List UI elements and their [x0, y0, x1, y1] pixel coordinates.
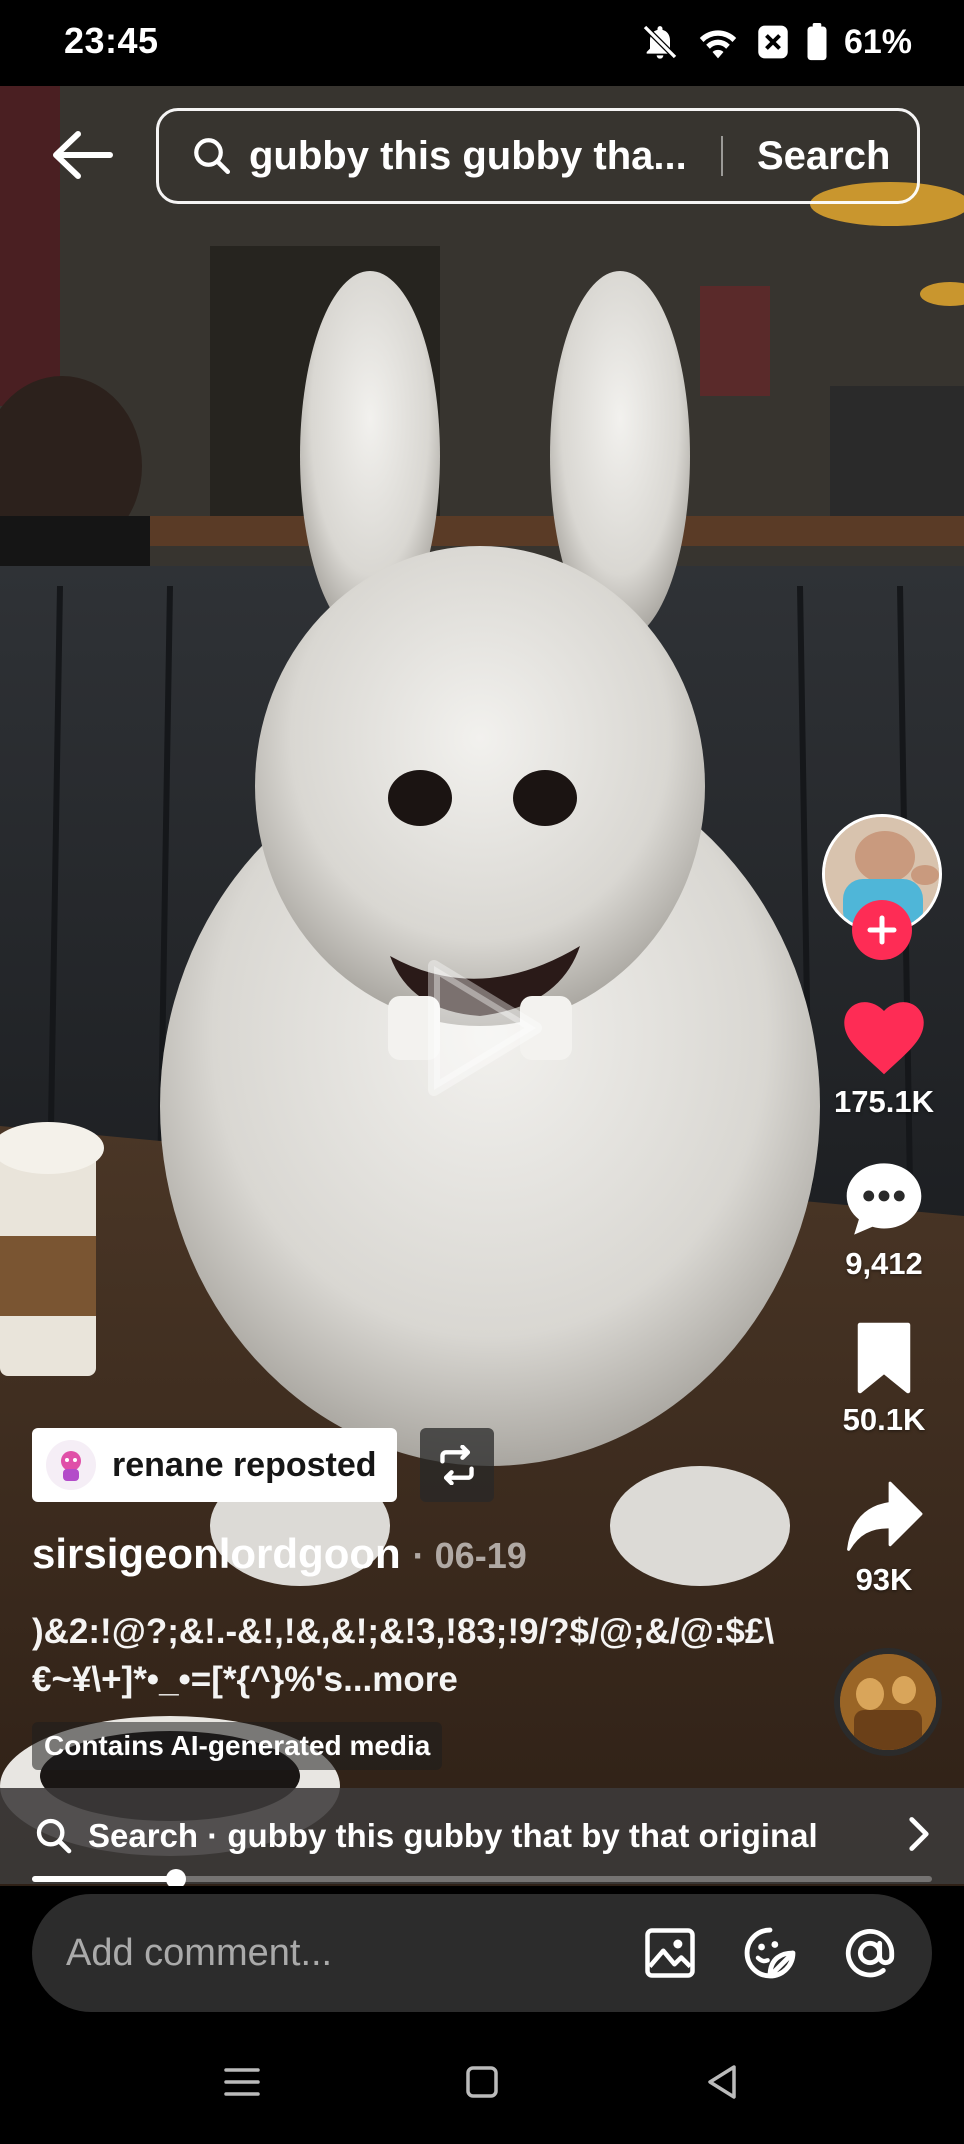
music-disc[interactable] — [834, 1648, 942, 1756]
search-suggestion-bar[interactable]: Search · gubby this gubby that by that o… — [0, 1788, 964, 1884]
save-count: 50.1K — [842, 1402, 926, 1437]
comment-count: 9,412 — [845, 1246, 923, 1281]
follow-button[interactable] — [852, 900, 912, 960]
nav-back-button[interactable] — [692, 2056, 752, 2108]
status-icons: 61% — [640, 22, 912, 62]
search-icon — [36, 1818, 72, 1854]
save-button[interactable]: 50.1K — [822, 1322, 946, 1438]
image-button[interactable] — [640, 1923, 700, 1983]
comment-button[interactable]: 9,412 — [822, 1160, 946, 1282]
comment-bar[interactable]: Add comment... — [32, 1894, 932, 2012]
repost-chip[interactable]: renane reposted — [32, 1428, 397, 1502]
ai-generated-badge: Contains AI-generated media — [32, 1722, 443, 1770]
battery-percent: 61% — [843, 22, 912, 61]
bell-off-icon — [642, 24, 677, 60]
wifi-icon — [699, 30, 737, 59]
x-box-icon — [758, 25, 788, 59]
square-home-icon — [466, 2066, 498, 2098]
emoji-sticker-icon — [744, 1927, 796, 1979]
nav-menu-button[interactable] — [212, 2056, 272, 2108]
video-progress-bar[interactable] — [32, 1869, 932, 1889]
system-nav-bar — [0, 2020, 964, 2144]
mention-button[interactable] — [840, 1923, 900, 1983]
nav-home-button[interactable] — [452, 2056, 512, 2108]
menu-lines-icon — [224, 2068, 260, 2096]
search-bar[interactable]: gubby this gubby tha... Search — [156, 108, 920, 204]
plus-icon — [867, 915, 897, 945]
like-button[interactable]: 175.1K — [822, 1000, 946, 1120]
at-mention-icon — [845, 1929, 895, 1978]
search-query[interactable]: gubby this gubby tha... — [249, 134, 709, 179]
repost-icon — [440, 1445, 474, 1485]
battery-icon — [807, 23, 827, 61]
search-button[interactable]: Search — [757, 134, 890, 179]
reposter-avatar — [46, 1440, 96, 1490]
repost-label: renane reposted — [112, 1445, 377, 1484]
status-bar: 23:45 61% — [0, 0, 964, 86]
progress-fill — [32, 1876, 176, 1882]
back-arrow-icon[interactable] — [50, 130, 116, 180]
search-suggestion-text: Search · gubby this gubby that by that o… — [88, 1817, 818, 1854]
play-icon[interactable] — [424, 958, 544, 1098]
image-icon — [645, 1928, 695, 1978]
search-icon — [194, 138, 231, 175]
search-divider — [721, 136, 723, 176]
repost-button[interactable] — [420, 1428, 494, 1502]
caption-more[interactable]: ...more — [343, 1660, 458, 1699]
bookmark-icon — [857, 1322, 911, 1394]
triangle-back-icon — [708, 2065, 736, 2099]
post-date: · 06-19 — [412, 1535, 527, 1576]
caption[interactable]: )&2:!@?;&!.-&!,!&,&!;&!3,!83;!9/?$/@;&/@… — [32, 1608, 792, 1704]
share-arrow-icon — [847, 1481, 923, 1551]
like-count: 175.1K — [834, 1084, 934, 1119]
comment-input[interactable]: Add comment... — [66, 1932, 640, 1975]
status-time: 23:45 — [64, 20, 159, 61]
author-row: sirsigeonlordgoon · 06-19 — [32, 1530, 527, 1578]
author-name[interactable]: sirsigeonlordgoon — [32, 1530, 401, 1578]
heart-icon — [844, 1002, 924, 1075]
comment-bubble-icon — [846, 1163, 922, 1235]
emoji-button[interactable] — [740, 1923, 800, 1983]
share-button[interactable]: 93K — [822, 1480, 946, 1598]
chevron-right-icon — [909, 1817, 929, 1851]
share-count: 93K — [855, 1562, 913, 1597]
